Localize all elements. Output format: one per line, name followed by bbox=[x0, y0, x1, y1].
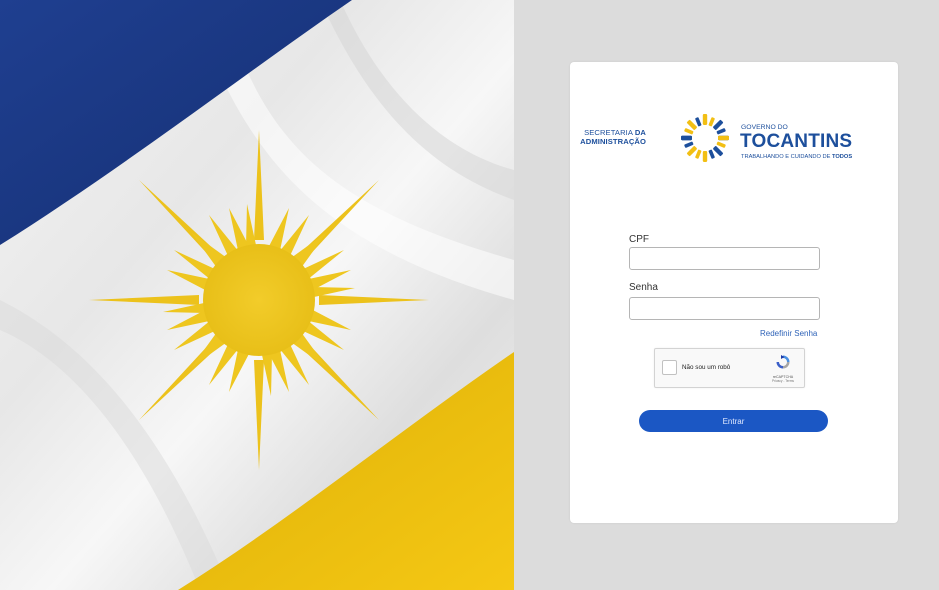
senha-label: Senha bbox=[629, 282, 658, 293]
cpf-input[interactable] bbox=[629, 247, 820, 270]
sun-emblem bbox=[89, 130, 429, 470]
secretaria-line1: SECRETARIA DA bbox=[584, 128, 646, 137]
login-card: SECRETARIA DA ADMINISTRAÇÃO GOVERNO DO T… bbox=[570, 62, 898, 523]
cpf-label: CPF bbox=[629, 234, 649, 245]
governo-do-label: GOVERNO DO bbox=[741, 124, 788, 131]
senha-input[interactable] bbox=[629, 297, 820, 320]
tagline: TRABALHANDO E CUIDANDO DE TODOS bbox=[741, 154, 853, 160]
recaptcha-widget: Não sou um robô reCAPTCHA Privacy - Term… bbox=[654, 348, 805, 388]
reset-password-link[interactable]: Redefinir Senha bbox=[760, 329, 817, 338]
tocantins-flag-image bbox=[0, 0, 514, 590]
recaptcha-logo: reCAPTCHA Privacy - Terms bbox=[770, 354, 796, 383]
tocantins-sun-logo-icon bbox=[681, 114, 729, 162]
recaptcha-label: Não sou um robô bbox=[682, 364, 731, 371]
submit-button[interactable]: Entrar bbox=[639, 410, 828, 432]
recaptcha-terms[interactable]: Privacy - Terms bbox=[770, 379, 796, 383]
recaptcha-checkbox[interactable] bbox=[662, 360, 677, 375]
recaptcha-icon bbox=[776, 355, 790, 369]
secretaria-line2: ADMINISTRAÇÃO bbox=[580, 137, 646, 146]
tocantins-wordmark: TOCANTINS bbox=[740, 131, 853, 152]
government-logo: SECRETARIA DA ADMINISTRAÇÃO GOVERNO DO T… bbox=[580, 112, 876, 164]
